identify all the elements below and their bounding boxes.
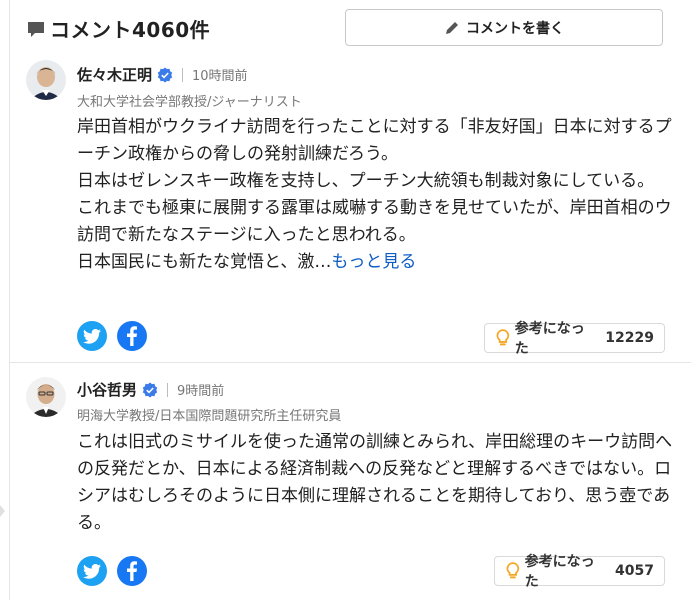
lightbulb-icon	[496, 329, 510, 346]
pencil-icon	[446, 21, 458, 34]
facebook-icon	[127, 561, 137, 581]
comment-count-title: コメント4060件	[26, 14, 210, 43]
avatar[interactable]	[26, 377, 66, 417]
facebook-share-button[interactable]	[117, 321, 147, 351]
comment-section: コメント4060件 コメントを書く 佐々木正明 10時間前 大和大学社会学部教授…	[10, 0, 691, 600]
comment-item: 佐々木正明 10時間前 大和大学社会学部教授/ジャーナリスト 岸田首相がウクライ…	[10, 52, 691, 362]
left-edge-arrow	[0, 505, 5, 517]
comment-header: コメント4060件 コメントを書く	[10, 0, 691, 52]
avatar-photo	[26, 377, 66, 417]
lightbulb-icon	[506, 562, 520, 579]
helpful-label: 参考になった	[514, 321, 585, 357]
helpful-button[interactable]: 参考になった 12229	[484, 321, 665, 357]
comment-line: これまでも極東に展開する露軍は威嚇する動きを見せていたが、岸田首相のウ訪問で新た…	[77, 198, 672, 245]
avatar-photo	[26, 60, 66, 100]
twitter-icon	[83, 563, 101, 579]
post-time: 9時間前	[177, 384, 225, 399]
verified-badge-icon	[157, 67, 173, 82]
facebook-share-button[interactable]	[117, 556, 147, 586]
comment-line: これは旧式のミサイルを使った通常の訓練とみられ、岸田総理のキーウ訪問への反発だと…	[77, 432, 673, 533]
helpful-button[interactable]: 参考になった 4057	[494, 554, 665, 590]
share-buttons	[77, 321, 147, 351]
twitter-share-button[interactable]	[77, 556, 107, 586]
comment-body: これは旧式のミサイルを使った通常の訓練とみられ、岸田総理のキーウ訪問への反発だと…	[77, 429, 677, 537]
facebook-icon	[127, 326, 137, 346]
author-title: 大和大学社会学部教授/ジャーナリスト	[77, 95, 302, 110]
read-more-link[interactable]: もっと見る	[331, 252, 416, 272]
comment-line-truncated: 日本国民にも新たな覚悟と、激…	[77, 252, 332, 272]
author-name[interactable]: 小谷哲男	[77, 379, 137, 400]
author-title: 明海大学教授/日本国際問題研究所主任研究員	[77, 409, 342, 424]
author-row: 小谷哲男 9時間前	[77, 379, 224, 400]
comment-line: 岸田首相がウクライナ訪問を行ったことに対する「非友好国」日本に対するプーチン政権…	[77, 117, 672, 164]
post-time: 10時間前	[192, 69, 248, 84]
write-comment-button[interactable]: コメントを書く	[345, 9, 663, 46]
separator	[182, 67, 184, 82]
separator	[167, 382, 169, 397]
helpful-count: 4057	[615, 563, 654, 579]
verified-badge-icon	[142, 382, 158, 397]
comment-line-last: 日本国民にも新たな覚悟と、激…もっと見る	[77, 249, 677, 276]
comment-bubble-icon	[28, 21, 44, 37]
write-comment-label: コメントを書く	[466, 20, 564, 37]
share-buttons	[77, 556, 147, 586]
helpful-label: 参考になった	[524, 554, 595, 590]
twitter-icon	[83, 328, 101, 344]
comment-body: 岸田首相がウクライナ訪問を行ったことに対する「非友好国」日本に対するプーチン政権…	[77, 114, 677, 276]
twitter-share-button[interactable]	[77, 321, 107, 351]
comment-count-label: コメント4060件	[50, 18, 211, 42]
avatar[interactable]	[26, 60, 66, 100]
author-name[interactable]: 佐々木正明	[77, 64, 152, 85]
comment-item: 小谷哲男 9時間前 明海大学教授/日本国際問題研究所主任研究員 これは旧式のミサ…	[10, 363, 691, 600]
helpful-count: 12229	[605, 330, 654, 346]
author-row: 佐々木正明 10時間前	[77, 64, 248, 85]
comment-line: 日本はゼレンスキー政権を支持し、プーチン大統領も制裁対象にしている。	[77, 171, 655, 191]
